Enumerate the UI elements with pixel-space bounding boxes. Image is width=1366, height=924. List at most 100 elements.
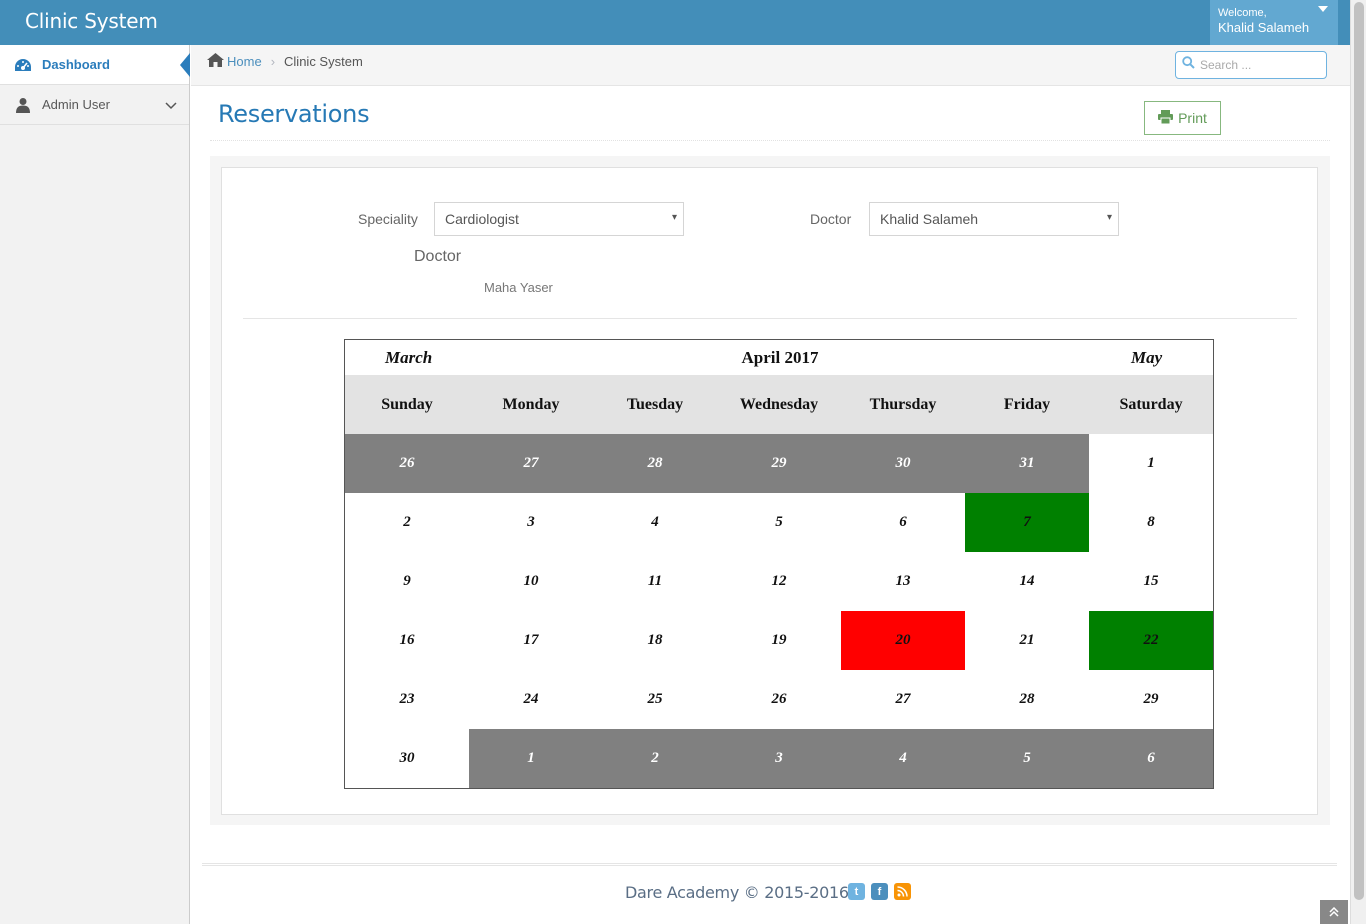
calendar-day[interactable]: 14 <box>965 552 1089 611</box>
calendar-day[interactable]: 10 <box>469 552 593 611</box>
calendar-day[interactable]: 29 <box>1089 670 1213 729</box>
print-button[interactable]: Print <box>1144 101 1221 135</box>
calendar-day[interactable]: 4 <box>593 493 717 552</box>
calendar-day[interactable]: 26 <box>717 670 841 729</box>
calendar-day[interactable]: 24 <box>469 670 593 729</box>
calendar-day-other-month[interactable]: 4 <box>841 729 965 788</box>
calendar-day[interactable]: 5 <box>717 493 841 552</box>
facebook-icon[interactable]: f <box>871 883 888 900</box>
page-scrollbar[interactable] <box>1350 0 1366 924</box>
twitter-icon[interactable]: t <box>848 883 865 900</box>
calendar-day-other-month[interactable]: 28 <box>593 434 717 493</box>
dropdown-arrow-icon: ▾ <box>671 212 677 223</box>
breadcrumb-home-link[interactable]: Home <box>227 54 262 69</box>
reservation-panel: Speciality Cardiologist ▾ Doctor Khalid … <box>221 167 1318 815</box>
weekday-header: Thursday <box>869 395 937 413</box>
calendar-day-other-month[interactable]: 30 <box>841 434 965 493</box>
sidebar-item-admin-user[interactable]: Admin User <box>0 85 189 125</box>
weekday-header: Wednesday <box>739 395 819 413</box>
calendar-day[interactable]: 3 <box>469 493 593 552</box>
calendar-day-other-month[interactable]: 2 <box>593 729 717 788</box>
calendar-week-row: 26 27 28 29 30 31 1 <box>345 434 1213 493</box>
calendar-day[interactable]: 16 <box>345 611 469 670</box>
calendar-days: 26 27 28 29 30 31 1 2 3 4 5 6 7 8 9 10 11 12 13 14 15 16 17 18 1… <box>345 434 1213 788</box>
calendar-week-row: 16 17 18 19 20 21 22 <box>345 611 1213 670</box>
chevron-right-icon: › <box>270 54 276 69</box>
calendar-day[interactable]: 9 <box>345 552 469 611</box>
calendar-day-available[interactable]: 22 <box>1089 611 1213 670</box>
title-divider <box>210 140 1330 141</box>
doctor-heading: Doctor <box>414 248 462 265</box>
speciality-value: Cardiologist <box>445 211 519 227</box>
calendar-day[interactable]: 30 <box>345 729 469 788</box>
calendar-day[interactable]: 11 <box>593 552 717 611</box>
caret-down-icon <box>1318 6 1328 12</box>
calendar-day[interactable]: 12 <box>717 552 841 611</box>
home-icon <box>207 53 224 70</box>
calendar-day[interactable]: 2 <box>345 493 469 552</box>
sidebar: Dashboard Admin User <box>0 45 190 924</box>
reservation-calendar: April 2017 March May Sunday Monday Tuesday… <box>344 339 1214 789</box>
scrollbar-thumb[interactable] <box>1354 2 1364 900</box>
weekday-header: Monday <box>502 395 560 413</box>
top-navbar: Clinic System Welcome, Khalid Salameh <box>0 0 1366 45</box>
calendar-day[interactable]: 18 <box>593 611 717 670</box>
footer-copyright: Dare Academy © 2015-2016 <box>625 883 849 902</box>
calendar-day[interactable]: 8 <box>1089 493 1213 552</box>
back-to-top-button[interactable] <box>1320 900 1348 924</box>
page-title: Reservations <box>218 100 370 128</box>
calendar-day-other-month[interactable]: 27 <box>469 434 593 493</box>
search-icon <box>1182 56 1195 74</box>
calendar-day[interactable]: 21 <box>965 611 1089 670</box>
user-menu[interactable]: Welcome, Khalid Salameh <box>1210 0 1338 45</box>
sidebar-item-dashboard[interactable]: Dashboard <box>0 45 190 85</box>
weekday-header: Saturday <box>1119 395 1183 413</box>
dropdown-arrow-icon: ▾ <box>1106 212 1112 223</box>
calendar-day-other-month[interactable]: 5 <box>965 729 1089 788</box>
calendar-header: April 2017 March May <box>345 340 1213 375</box>
user-name: Khalid Salameh <box>1218 20 1310 35</box>
calendar-week-row: 30 1 2 3 4 5 6 <box>345 729 1213 788</box>
user-icon <box>12 96 34 114</box>
calendar-day[interactable]: 15 <box>1089 552 1213 611</box>
doctor-label: Doctor <box>810 211 852 227</box>
calendar-week-row: 23 24 25 26 27 28 29 <box>345 670 1213 729</box>
doctor-select[interactable]: Khalid Salameh ▾ <box>869 202 1119 236</box>
calendar-weekdays: Sunday Monday Tuesday Wednesday Thursday Frid… <box>345 375 1213 434</box>
calendar-day[interactable]: 1 <box>1089 434 1213 493</box>
calendar-day[interactable]: 13 <box>841 552 965 611</box>
chevron-down-icon <box>165 98 177 113</box>
calendar-day-other-month[interactable]: 6 <box>1089 729 1213 788</box>
weekday-header: Sunday <box>381 395 433 413</box>
calendar-day-other-month[interactable]: 1 <box>469 729 593 788</box>
calendar-day[interactable]: 23 <box>345 670 469 729</box>
print-label: Print <box>1178 110 1207 126</box>
calendar-day[interactable]: 19 <box>717 611 841 670</box>
calendar-day-other-month[interactable]: 31 <box>965 434 1089 493</box>
calendar-day[interactable]: 6 <box>841 493 965 552</box>
calendar-day-other-month[interactable]: 3 <box>717 729 841 788</box>
brand-title[interactable]: Clinic System <box>25 9 158 33</box>
footer-divider <box>202 863 1337 866</box>
content-area: Speciality Cardiologist ▾ Doctor Khalid … <box>210 156 1330 825</box>
calendar-day-other-month[interactable]: 29 <box>717 434 841 493</box>
rss-icon[interactable] <box>894 883 911 900</box>
doctor-name: Maha Yaser <box>484 280 553 295</box>
calendar-week-row: 2345678 <box>345 493 1213 552</box>
sidebar-item-label: Dashboard <box>42 57 110 72</box>
calendar-day[interactable]: 17 <box>469 611 593 670</box>
calendar-prev-month[interactable]: March <box>385 348 432 368</box>
calendar-week-row: 9 10 11 12 13 14 15 <box>345 552 1213 611</box>
calendar-day-other-month[interactable]: 26 <box>345 434 469 493</box>
calendar-day-available[interactable]: 7 <box>965 493 1089 552</box>
calendar-day[interactable]: 28 <box>965 670 1089 729</box>
calendar-day[interactable]: 27 <box>841 670 965 729</box>
tachometer-icon <box>12 56 34 74</box>
search-input[interactable] <box>1200 58 1320 72</box>
speciality-select[interactable]: Cardiologist ▾ <box>434 202 684 236</box>
calendar-day-booked[interactable]: 20 <box>841 611 965 670</box>
user-welcome-text: Welcome, <box>1218 7 1267 19</box>
calendar-next-month[interactable]: May <box>1131 348 1162 368</box>
calendar-day[interactable]: 25 <box>593 670 717 729</box>
print-icon <box>1158 109 1174 127</box>
